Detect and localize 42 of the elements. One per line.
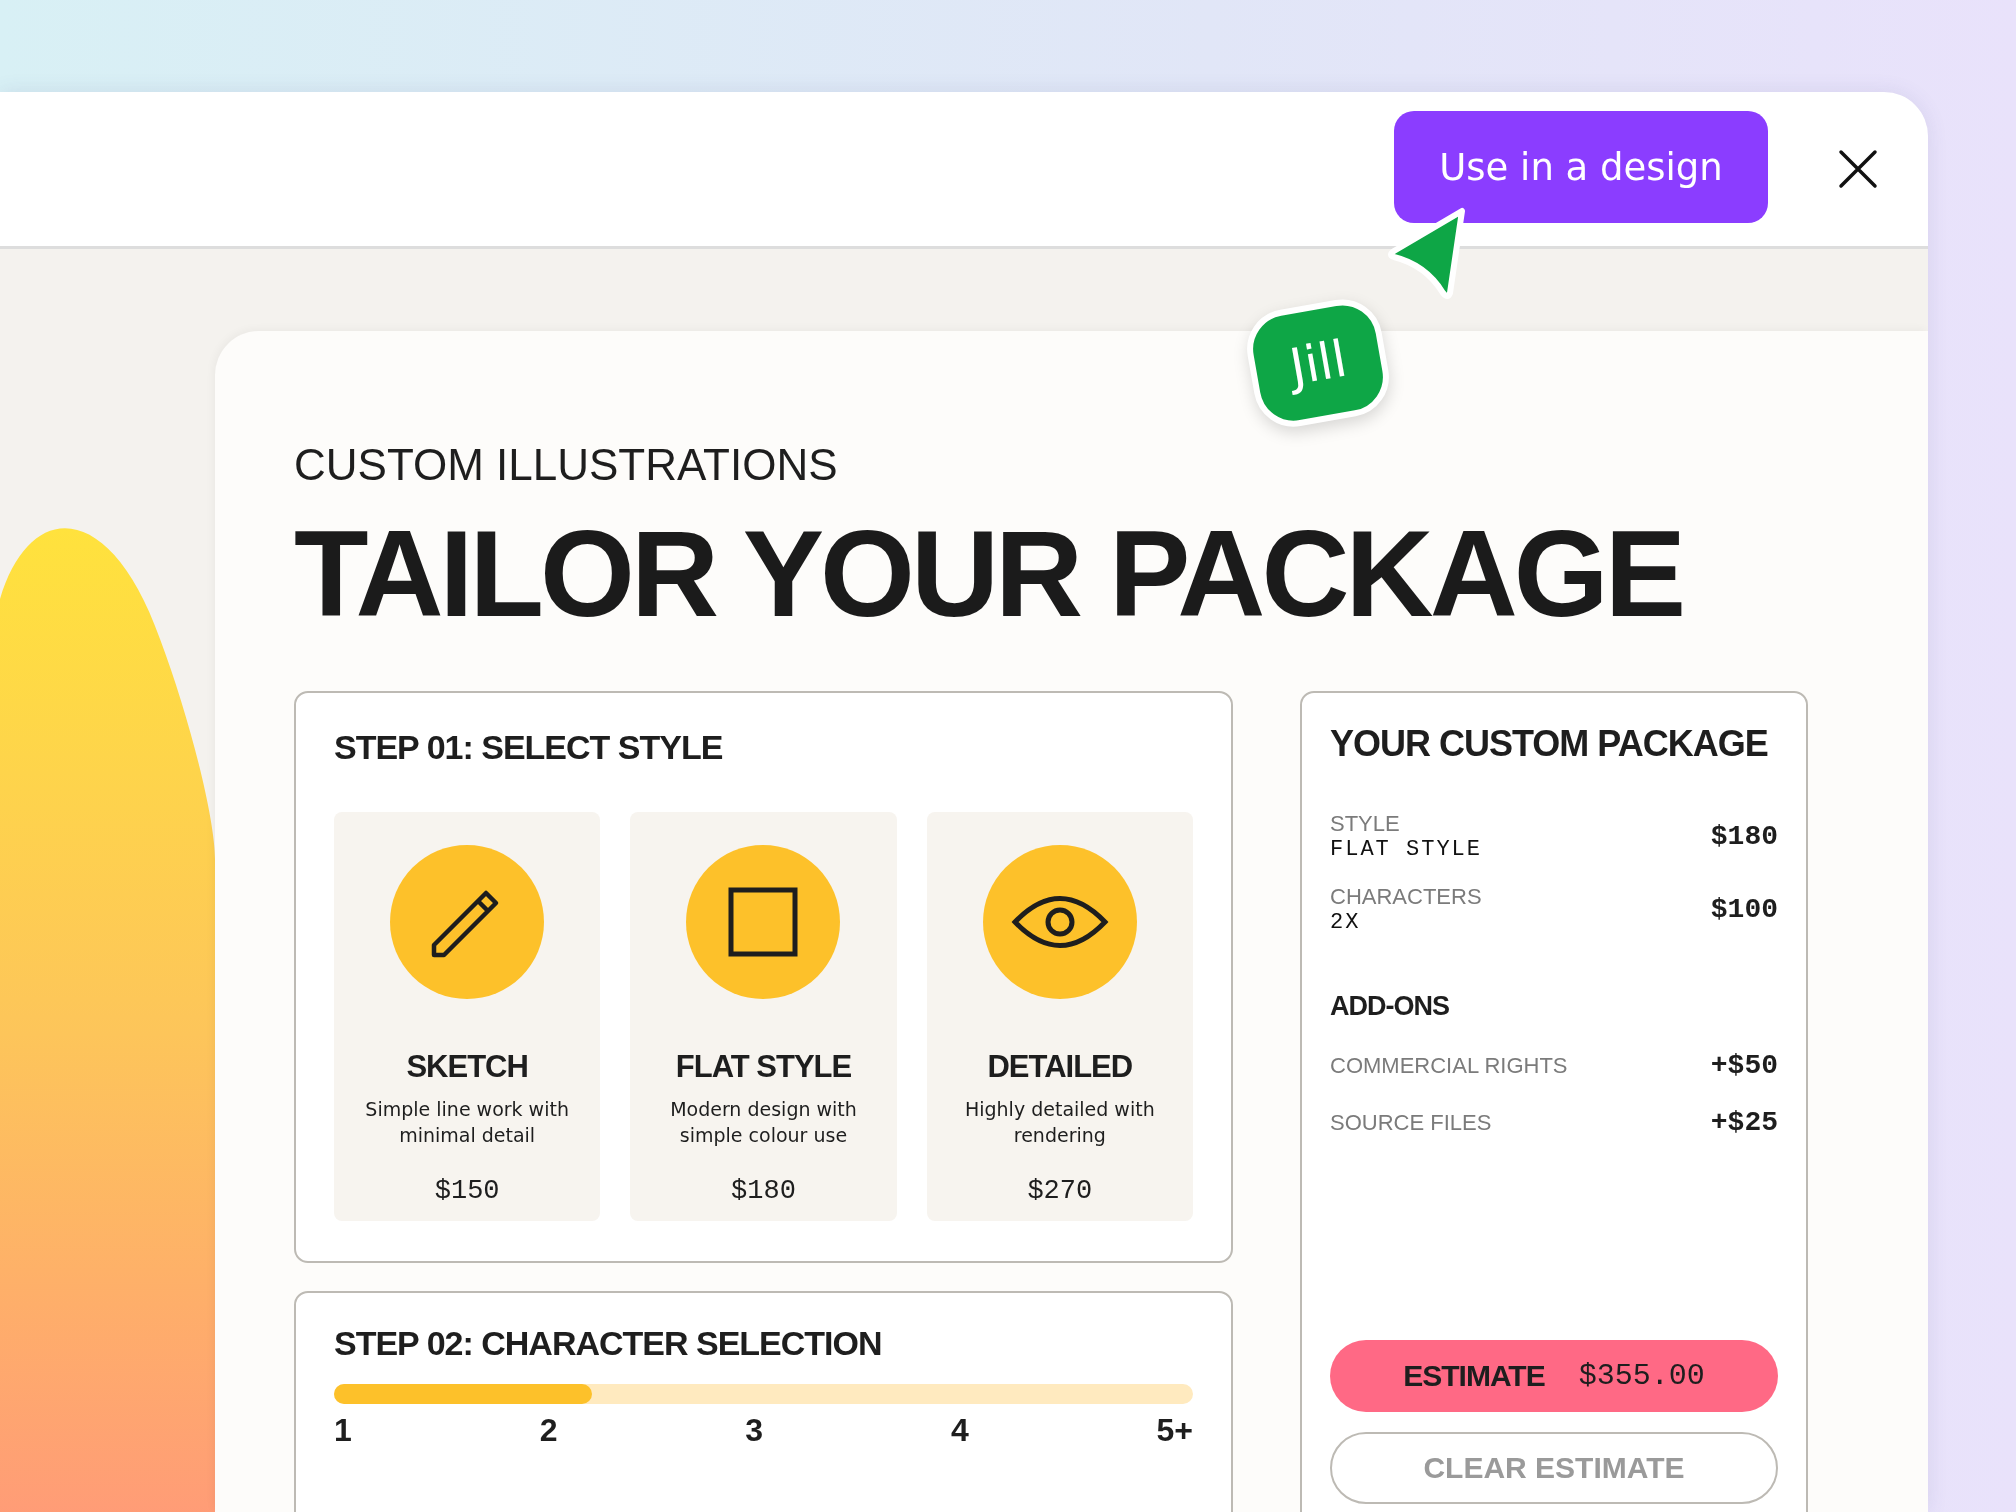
summary-title: YOUR CUSTOM PACKAGE	[1330, 723, 1769, 766]
step-title: STEP 01: SELECT STYLE	[334, 727, 724, 768]
use-in-design-button[interactable]: Use in a design	[1394, 111, 1768, 223]
summary-value: FLAT STYLE	[1330, 837, 1483, 863]
summary-label: STYLE	[1330, 811, 1401, 838]
slider-label: 1	[334, 1413, 352, 1446]
addon-price: +$50	[1710, 1050, 1778, 1082]
page-title: TAILOR YOUR PACKAGE	[294, 507, 1684, 642]
addon-price: +$25	[1710, 1107, 1778, 1139]
estimate-label: ESTIMATE	[1403, 1359, 1545, 1394]
option-name: SKETCH	[406, 1049, 528, 1085]
addons-title: ADD-ONS	[1330, 991, 1450, 1023]
slider-label: 4	[950, 1413, 969, 1446]
eye-icon	[982, 845, 1137, 999]
option-price: $150	[434, 1176, 500, 1207]
slider-label: 2	[539, 1413, 558, 1446]
option-description: Simple line work with minimal detail	[364, 1097, 570, 1148]
step-title: STEP 02: CHARACTER SELECTION	[334, 1323, 883, 1364]
option-name: DETAILED	[987, 1049, 1133, 1085]
style-option-card[interactable]: FLAT STYLE Modern design with simple colour use $180	[630, 812, 897, 1221]
style-option-card[interactable]: SKETCH Simple line work with minimal detail $150	[334, 812, 601, 1221]
close-icon[interactable]	[1838, 149, 1878, 189]
summary-price: $100	[1710, 894, 1778, 926]
option-price: $270	[1027, 1176, 1093, 1207]
estimate-button[interactable]: ESTIMATE $355.00	[1330, 1340, 1778, 1413]
character-slider[interactable]	[334, 1383, 1193, 1404]
pointer-cursor-icon	[1386, 205, 1468, 299]
slider-label: 3	[745, 1413, 764, 1446]
summary-value: 2X	[1330, 910, 1362, 936]
option-description: Modern design with simple colour use	[669, 1097, 858, 1148]
option-name: FLAT STYLE	[675, 1049, 852, 1085]
option-price: $180	[731, 1176, 796, 1207]
slider-label: 5+	[1156, 1413, 1193, 1446]
addon-label: COMMERCIAL RIGHTS	[1330, 1052, 1568, 1079]
addon-label: SOURCE FILES	[1330, 1109, 1492, 1136]
summary-label: CHARACTERS	[1330, 884, 1482, 911]
estimate-amount: $355.00	[1578, 1359, 1705, 1394]
option-description: Highly detailed with rendering	[963, 1097, 1156, 1148]
eyebrow-text: CUSTOM ILLUSTRATIONS	[294, 443, 839, 487]
summary-price: $180	[1710, 821, 1778, 853]
pencil-icon	[390, 845, 545, 999]
style-option-card[interactable]: DETAILED Highly detailed with rendering $270	[926, 812, 1193, 1221]
